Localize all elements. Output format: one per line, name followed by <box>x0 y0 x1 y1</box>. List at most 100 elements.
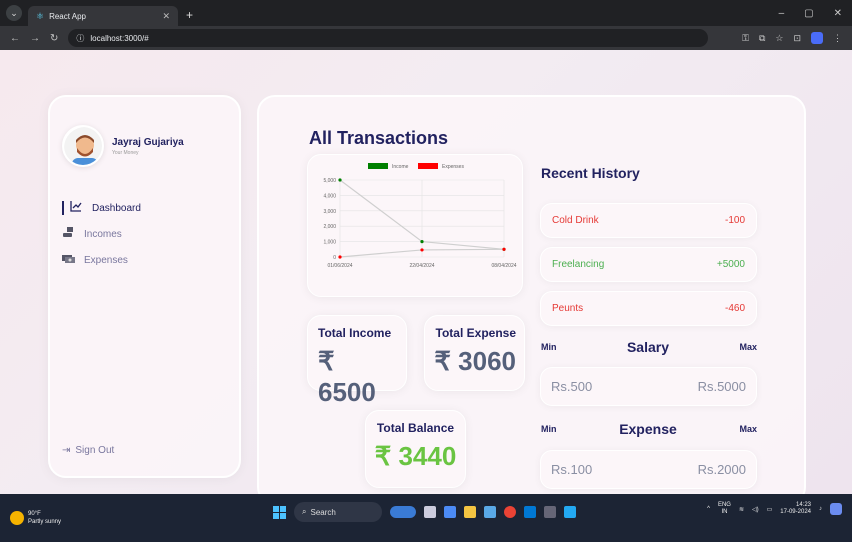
app-icon[interactable] <box>484 506 496 518</box>
total-balance-label: Total Balance <box>376 421 455 435</box>
legend-label: Income <box>392 164 409 170</box>
page-title: All Transactions <box>309 128 449 148</box>
data-point <box>502 247 506 251</box>
user-avatar-icon <box>64 127 102 165</box>
expense-max-label: Max <box>739 424 757 434</box>
data-point <box>338 178 342 182</box>
money-hand-icon <box>62 227 76 241</box>
wifi-icon[interactable]: ≋ <box>739 506 744 513</box>
site-info-icon[interactable]: ⓘ <box>76 33 84 44</box>
total-expense-card: Total Expense ₹ 3060 <box>424 315 525 391</box>
history-item: Freelancing +5000 <box>540 247 757 282</box>
sidebar: Jayraj Gujariya Your Money Dashboard Inc… <box>48 95 241 478</box>
nav-item-dashboard[interactable]: Dashboard <box>62 195 232 221</box>
terminal-icon[interactable] <box>544 506 556 518</box>
avatar <box>62 125 104 167</box>
transactions-chart: 5,000 4,000 3,000 2,000 1,000 0 01/06/2024 22/0… <box>307 154 523 297</box>
expense-range: Rs.100 Rs.2000 <box>540 450 757 489</box>
chart-svg: 5,000 4,000 3,000 2,000 1,000 0 01/06/2024 22/0… <box>323 163 517 269</box>
total-expense-value: ₹ 3060 <box>434 346 516 376</box>
browser-tabbar: ⌄ ⚛ React App ✕ + – ▢ ✕ <box>0 0 852 26</box>
expense-min-value: Rs.100 <box>551 462 593 477</box>
history-item: Peunts -460 <box>540 291 757 326</box>
close-window-icon[interactable]: ✕ <box>834 8 842 19</box>
sign-out-button[interactable]: ⇥ Sign Out <box>62 445 114 456</box>
file-explorer-icon[interactable] <box>464 506 476 518</box>
history-title: Freelancing <box>552 259 605 270</box>
nav-item-label: Expenses <box>84 254 128 266</box>
taskbar-search[interactable]: ⌕ Search <box>294 502 382 522</box>
lang-code: ENG <box>717 502 731 508</box>
partly-sunny-icon <box>10 511 24 525</box>
profile-avatar-icon[interactable] <box>811 32 823 44</box>
sign-out-label: Sign Out <box>75 445 115 456</box>
kebab-menu-icon[interactable]: ⋮ <box>833 33 842 44</box>
history-amount: +5000 <box>716 259 745 270</box>
new-tab-icon[interactable]: + <box>186 8 193 22</box>
y-tick-label: 4,000 <box>323 193 336 199</box>
minimize-icon[interactable]: – <box>779 8 785 19</box>
forward-icon[interactable]: → <box>30 33 40 44</box>
nav-item-incomes[interactable]: Incomes <box>62 221 232 247</box>
volume-icon[interactable]: ◁) <box>752 506 759 513</box>
main-panel: All Transactions 5,000 4,000 3,000 2,000 1,0… <box>257 95 806 494</box>
nav-item-label: Incomes <box>84 228 122 240</box>
total-balance-value: ₹ 3440 <box>374 441 457 471</box>
recent-history-title: Recent History <box>541 165 640 181</box>
vscode-icon[interactable] <box>564 506 576 518</box>
total-balance-card: Total Balance ₹ 3440 <box>365 410 466 488</box>
y-tick-label: 0 <box>333 255 336 261</box>
y-tick-label: 2,000 <box>323 224 336 230</box>
nav-item-label: Dashboard <box>92 202 141 214</box>
legend-swatch <box>368 163 388 169</box>
active-indicator <box>62 201 64 215</box>
extensions-icon[interactable]: ⊡ <box>793 33 801 44</box>
clock-time: 14:23 <box>795 502 811 508</box>
bookmark-star-icon[interactable]: ☆ <box>775 33 783 44</box>
history-title: Cold Drink <box>552 215 599 226</box>
address-bar-row: ← → ↻ ⓘ localhost:3000/# ⚿ ⧉ ☆ ⊡ ⋮ <box>0 26 852 50</box>
app-icon[interactable] <box>524 506 536 518</box>
browser-toolbar: ⚿ ⧉ ☆ ⊡ ⋮ <box>742 32 852 44</box>
back-icon[interactable]: ← <box>10 33 20 44</box>
clock[interactable]: 14:23 17-09-2024 <box>780 502 811 516</box>
url-text: localhost:3000/# <box>90 33 149 43</box>
x-tick-label: 08/04/2024 <box>491 263 516 269</box>
restore-icon[interactable]: ▢ <box>804 8 813 19</box>
react-icon: ⚛ <box>36 10 45 21</box>
copilot-icon[interactable] <box>830 503 842 515</box>
browser-tab[interactable]: ⚛ React App ✕ <box>28 6 178 26</box>
task-view-icon[interactable] <box>424 506 436 518</box>
chrome-icon[interactable] <box>504 506 516 518</box>
language-indicator[interactable]: ENG IN <box>718 502 731 516</box>
data-point <box>420 240 424 244</box>
window-controls: – ▢ ✕ <box>779 8 852 19</box>
salary-range: Rs.500 Rs.5000 <box>540 367 757 406</box>
cast-icon[interactable]: ⧉ <box>759 33 765 44</box>
system-tray: ^ ENG IN ≋ ◁) ▭ 14:23 17-09-2024 ♪ <box>707 502 842 516</box>
search-label: Search <box>310 507 336 517</box>
chart-line-icon <box>70 201 84 215</box>
salary-min-label: Min <box>541 342 557 352</box>
close-tab-icon[interactable]: ✕ <box>162 11 170 22</box>
password-key-icon[interactable]: ⚿ <box>742 33 749 44</box>
history-item: Cold Drink -100 <box>540 203 757 238</box>
data-point <box>338 255 342 259</box>
store-icon[interactable] <box>444 506 456 518</box>
region-code: IN <box>721 509 728 515</box>
battery-icon[interactable]: ▭ <box>767 506 773 513</box>
y-tick-label: 1,000 <box>323 240 336 246</box>
windows-start-icon[interactable] <box>273 505 286 519</box>
notification-bell-icon[interactable]: ♪ <box>819 506 822 512</box>
tab-search-icon[interactable]: ⌄ <box>6 5 22 21</box>
history-amount: -100 <box>724 215 745 226</box>
url-field[interactable]: ⓘ localhost:3000/# <box>68 29 709 47</box>
user-subtitle: Your Money <box>112 150 139 156</box>
widgets-icon[interactable] <box>390 506 416 518</box>
nav-item-expenses[interactable]: Expenses <box>62 247 232 273</box>
weather-widget[interactable]: 90°F Partly sunny <box>10 510 61 526</box>
taskbar-center: ⌕ Search <box>273 502 576 522</box>
history-amount: -460 <box>724 303 745 314</box>
reload-icon[interactable]: ↻ <box>50 33 58 44</box>
chevron-up-icon[interactable]: ^ <box>707 506 710 512</box>
